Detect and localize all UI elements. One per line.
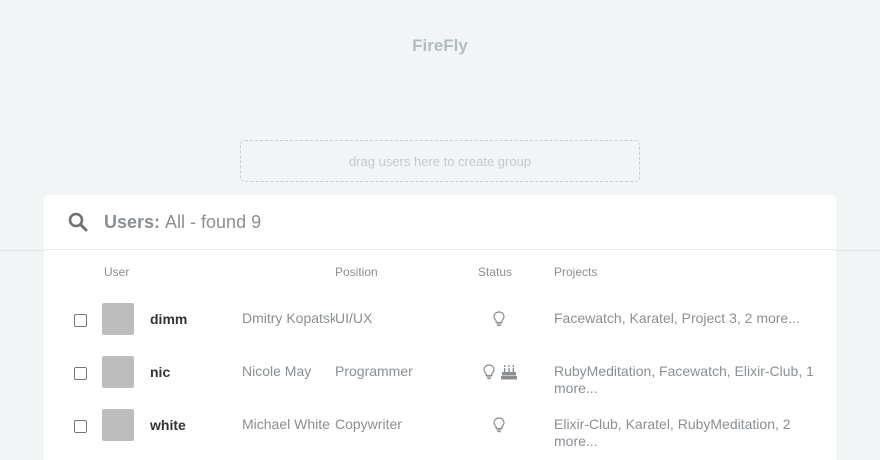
cake-icon xyxy=(501,365,517,380)
bulb-icon xyxy=(483,364,495,380)
user-login: dimm xyxy=(150,311,188,327)
user-position: Copywriter xyxy=(335,416,402,432)
column-user[interactable]: User xyxy=(104,265,129,279)
user-login: nic xyxy=(150,364,171,380)
users-label: Users: xyxy=(104,211,161,232)
user-login: white xyxy=(150,417,186,433)
row-checkbox[interactable] xyxy=(74,314,87,327)
user-fullname: Dmitry Kopatsky xyxy=(242,310,344,326)
table-row[interactable]: dimm Dmitry Kopatsky UI/UX Facewatch, Ka… xyxy=(44,292,836,345)
table-row[interactable]: nic Nicole May Programmer RubyMeditation… xyxy=(44,345,836,398)
user-projects: RubyMeditation, Facewatch, Elixir-Club, … xyxy=(554,363,814,396)
row-checkbox[interactable] xyxy=(74,420,87,433)
search-icon[interactable] xyxy=(68,212,88,232)
users-filter[interactable]: All - found 9 xyxy=(165,212,261,233)
user-fullname: Michael White xyxy=(242,416,330,432)
avatar xyxy=(102,303,134,335)
users-panel: Users: All - found 9 User Position Statu… xyxy=(44,195,836,460)
column-status[interactable]: Status xyxy=(478,265,512,279)
user-position: UI/UX xyxy=(335,310,377,326)
column-position[interactable]: Position xyxy=(335,265,378,279)
user-projects: Facewatch, Karatel, Project 3, 2 more... xyxy=(554,310,800,326)
dropzone-text: drag users here to create group xyxy=(348,153,532,169)
search-bar[interactable]: Users: All - found 9 xyxy=(44,195,836,250)
user-status xyxy=(483,364,518,380)
avatar xyxy=(102,409,134,441)
user-projects: Elixir-Club, Karatel, RubyMeditation, 2 … xyxy=(554,416,791,449)
user-status xyxy=(493,417,505,433)
table-row[interactable]: white Michael White Copywriter Elixir-Cl… xyxy=(44,398,836,451)
column-projects[interactable]: Projects xyxy=(554,265,597,279)
bulb-icon xyxy=(493,311,505,327)
user-status xyxy=(493,311,505,327)
avatar xyxy=(102,356,134,388)
user-position: Programmer xyxy=(335,363,413,379)
row-checkbox[interactable] xyxy=(74,367,87,380)
group-dropzone[interactable]: drag users here to create group xyxy=(240,140,640,182)
bulb-icon xyxy=(493,417,505,433)
user-fullname: Nicole May xyxy=(242,363,312,379)
app-title: FireFly xyxy=(412,36,468,55)
